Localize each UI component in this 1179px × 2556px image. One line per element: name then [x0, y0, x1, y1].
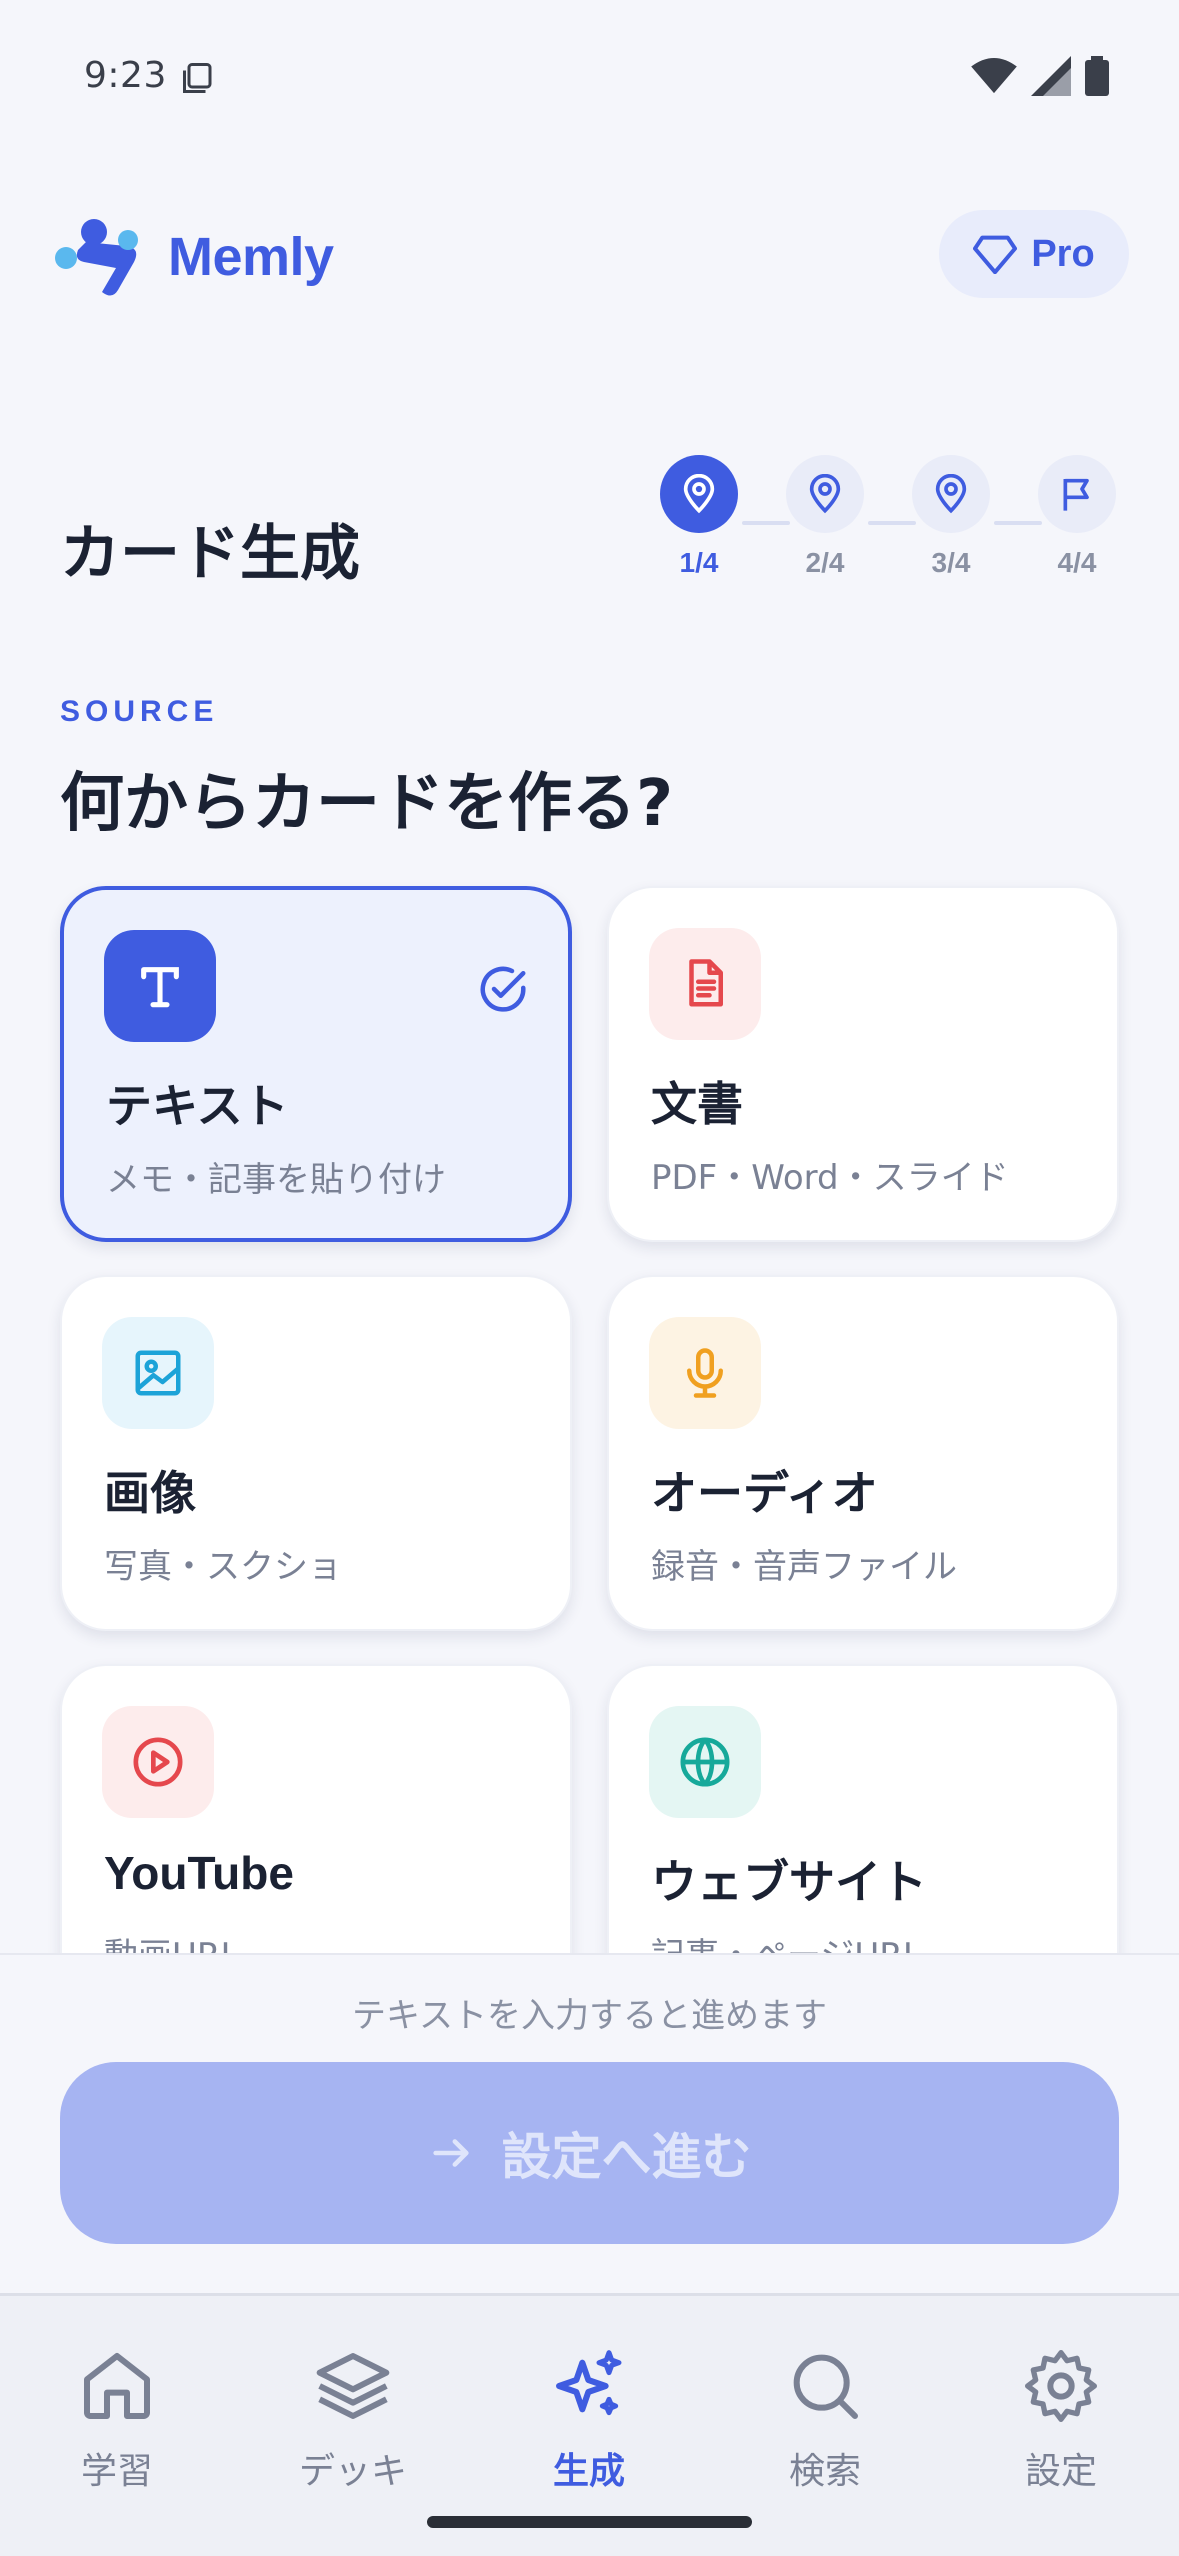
source-card-title: ウェブサイト: [651, 1855, 927, 1909]
pro-button[interactable]: Pro: [939, 210, 1129, 298]
source-card-title: テキスト: [106, 1079, 289, 1133]
nav-item-search[interactable]: 検索: [725, 2346, 925, 2494]
source-card-subtitle: 録音・音声ファイル: [651, 1547, 957, 1587]
hint-text: テキストを入力すると進めます: [352, 1996, 827, 2036]
source-card-subtitle: PDF・Word・スライド: [651, 1158, 1009, 1198]
action-area: テキストを入力すると進めます 設定へ進む: [0, 1953, 1179, 2293]
nav-item-generate[interactable]: 生成: [489, 2346, 689, 2494]
location-pin-icon: [809, 474, 841, 514]
source-card-youtube[interactable]: YouTube 動画URL: [60, 1664, 572, 1953]
status-bar: 9:23: [0, 0, 1179, 155]
text-icon-tile: [104, 930, 216, 1042]
status-icons: [971, 56, 1109, 96]
document-icon: [689, 959, 723, 1007]
location-pin-icon: [935, 474, 967, 514]
step-3-circle: [912, 455, 990, 533]
nav-label: 学習: [80, 2451, 153, 2492]
nav-label: 設定: [1024, 2451, 1097, 2492]
step-2: 2/4: [786, 455, 864, 579]
step-1: 1/4: [660, 455, 738, 579]
step-4: 4/4: [1038, 455, 1116, 579]
nav-item-settings[interactable]: 設定: [961, 2346, 1161, 2494]
section-label: SOURCE: [60, 695, 219, 728]
step-connector: [868, 521, 916, 525]
source-card-title: YouTube: [104, 1847, 294, 1899]
check-circle-icon: [480, 966, 526, 1012]
source-card-text[interactable]: テキスト メモ・記事を貼り付け: [60, 886, 572, 1242]
nav-item-study[interactable]: 学習: [17, 2346, 217, 2494]
source-card-subtitle: 写真・スクショ: [104, 1547, 342, 1587]
battery-icon: [1085, 56, 1109, 96]
section-title: 何からカードを作る?: [60, 767, 674, 841]
step-2-label: 2/4: [805, 547, 845, 578]
step-connector: [742, 521, 790, 525]
microphone-icon-tile: [649, 1317, 761, 1429]
text-icon: [141, 967, 179, 1008]
nav-label: 検索: [788, 2451, 861, 2492]
image-icon: [135, 1350, 181, 1396]
nav-label: デッキ: [298, 2451, 407, 2492]
gear-icon: [1025, 2350, 1097, 2422]
step-4-label: 4/4: [1057, 547, 1097, 578]
source-card-subtitle: 記事・ページURL: [651, 1928, 922, 1953]
play-icon-tile: [102, 1706, 214, 1818]
search-icon: [793, 2354, 858, 2419]
step-3-label: 3/4: [931, 547, 971, 578]
source-card-title: 画像: [104, 1466, 196, 1520]
sparkles-icon: [556, 2350, 622, 2416]
status-time: 9:23: [84, 55, 167, 96]
play-circle-icon: [133, 1737, 183, 1787]
home-icon: [84, 2353, 150, 2419]
globe-icon: [680, 1737, 730, 1787]
progress-stepper: 1/4 2/4 3/4 4/4: [660, 455, 1130, 595]
image-icon-tile: [102, 1317, 214, 1429]
source-card-website[interactable]: ウェブサイト 記事・ページURL: [607, 1664, 1119, 1953]
source-card-subtitle: メモ・記事を貼り付け: [106, 1160, 446, 1200]
home-indicator[interactable]: [427, 2516, 752, 2528]
app-logo: Memly: [46, 212, 334, 302]
source-card-document[interactable]: 文書 PDF・Word・スライド: [607, 886, 1119, 1242]
next-button-label: 設定へ進む: [501, 2128, 752, 2186]
screenshot-icon: [183, 63, 212, 93]
source-card-title: 文書: [651, 1077, 743, 1131]
pro-label: Pro: [1031, 232, 1095, 275]
flag-icon: [1063, 478, 1089, 511]
nav-label: 生成: [552, 2451, 625, 2492]
memly-logo-icon: [55, 219, 138, 296]
source-grid: テキスト メモ・記事を貼り付け 文書 PDF・Word・スライド 画像 写真・ス…: [0, 870, 1179, 1953]
step-1-circle: [660, 455, 738, 533]
microphone-icon: [687, 1348, 723, 1398]
location-pin-icon: [683, 474, 715, 514]
nav-item-decks[interactable]: デッキ: [253, 2346, 453, 2494]
next-button[interactable]: 設定へ進む: [60, 2062, 1119, 2244]
app-name: Memly: [168, 227, 334, 287]
diamond-icon: [973, 235, 1018, 274]
step-2-circle: [786, 455, 864, 533]
step-1-label: 1/4: [679, 547, 719, 578]
source-card-image[interactable]: 画像 写真・スクショ: [60, 1275, 572, 1631]
step-4-circle: [1038, 455, 1116, 533]
signal-icon: [1031, 56, 1071, 96]
step-3: 3/4: [912, 455, 990, 579]
document-icon-tile: [649, 928, 761, 1040]
arrow-right-icon: [432, 2139, 469, 2167]
layers-icon: [316, 2353, 390, 2419]
source-card-audio[interactable]: オーディオ 録音・音声ファイル: [607, 1275, 1119, 1631]
globe-icon-tile: [649, 1706, 761, 1818]
step-connector: [994, 521, 1042, 525]
app-header: Memly Pro: [0, 200, 1179, 310]
source-card-subtitle: 動画URL: [104, 1928, 239, 1953]
source-card-title: オーディオ: [651, 1466, 878, 1520]
wifi-icon: [971, 57, 1017, 94]
page-title: カード生成: [60, 519, 360, 589]
